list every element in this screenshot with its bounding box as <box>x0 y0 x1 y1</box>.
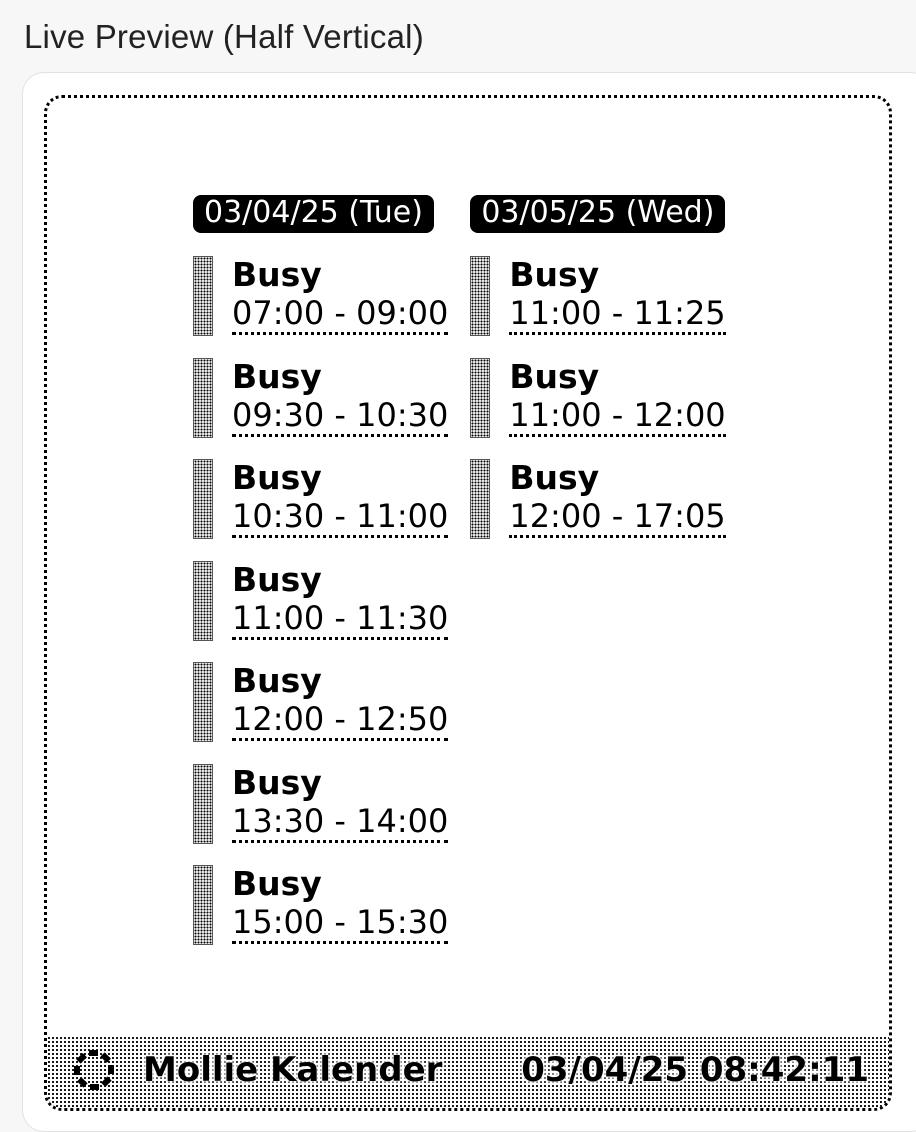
event-indicator-bar <box>470 256 491 336</box>
date-header: 03/05/25 (Wed) <box>470 195 726 233</box>
event-time: 11:00 - 11:30 <box>232 599 449 640</box>
event-time: 12:00 - 17:05 <box>509 497 726 538</box>
event-item: Busy 11:00 - 11:25 <box>470 255 726 336</box>
event-item: Busy 11:00 - 11:30 <box>193 559 449 641</box>
event-time: 13:30 - 14:00 <box>232 802 449 843</box>
event-title: Busy <box>232 255 322 294</box>
event-time: 12:00 - 12:50 <box>232 700 449 741</box>
panel-title: Live Preview (Half Vertical) <box>24 18 424 55</box>
event-time: 11:00 - 12:00 <box>509 396 726 437</box>
event-item: Busy 13:30 - 14:00 <box>193 762 449 844</box>
event-time: 07:00 - 09:00 <box>232 294 449 335</box>
event-indicator-bar <box>193 763 213 844</box>
event-title: Busy <box>509 255 600 294</box>
event-title: Busy <box>232 762 322 802</box>
event-title: Busy <box>509 458 600 497</box>
event-item: Busy 11:00 - 12:00 <box>470 356 726 438</box>
event-title: Busy <box>509 356 600 396</box>
event-time: 11:00 - 11:25 <box>509 294 726 335</box>
date-header: 03/04/25 (Tue) <box>193 195 434 233</box>
event-item: Busy 10:30 - 11:00 <box>193 458 449 539</box>
event-title: Busy <box>232 356 322 396</box>
event-indicator-bar <box>193 560 213 641</box>
last-updated-timestamp: 03/04/25 08:42:11 <box>521 1050 869 1090</box>
event-indicator-bar <box>193 459 213 539</box>
event-indicator-bar <box>193 662 213 742</box>
mollie-calendar-logo-icon <box>74 1050 114 1090</box>
day-column-tue: 03/04/25 (Tue) Busy 07:00 - 09:00 Busy 0… <box>193 195 449 967</box>
event-indicator-bar <box>470 357 491 438</box>
event-item: Busy 07:00 - 09:00 <box>193 255 449 336</box>
event-time: 15:00 - 15:30 <box>232 903 449 944</box>
event-title: Busy <box>232 458 322 497</box>
day-column-wed: 03/05/25 (Wed) Busy 11:00 - 11:25 Busy 1… <box>470 195 726 967</box>
event-title: Busy <box>232 559 322 599</box>
event-title: Busy <box>232 661 322 700</box>
event-time: 09:30 - 10:30 <box>232 396 449 437</box>
event-title: Busy <box>232 864 322 903</box>
event-indicator-bar <box>193 256 213 336</box>
event-indicator-bar <box>193 357 213 438</box>
event-item: Busy 09:30 - 10:30 <box>193 356 449 438</box>
brand-name: Mollie Kalender <box>143 1050 443 1090</box>
calendar-columns: 03/04/25 (Tue) Busy 07:00 - 09:00 Busy 0… <box>193 195 726 967</box>
eink-preview-screen: 03/04/25 (Tue) Busy 07:00 - 09:00 Busy 0… <box>44 95 892 1111</box>
event-indicator-bar <box>193 865 213 945</box>
event-item: Busy 15:00 - 15:30 <box>193 864 449 945</box>
event-item: Busy 12:00 - 12:50 <box>193 661 449 742</box>
status-footer: Mollie Kalender 03/04/25 08:42:11 <box>47 1036 889 1108</box>
event-time: 10:30 - 11:00 <box>232 497 449 538</box>
event-indicator-bar <box>470 459 491 539</box>
event-item: Busy 12:00 - 17:05 <box>470 458 726 539</box>
